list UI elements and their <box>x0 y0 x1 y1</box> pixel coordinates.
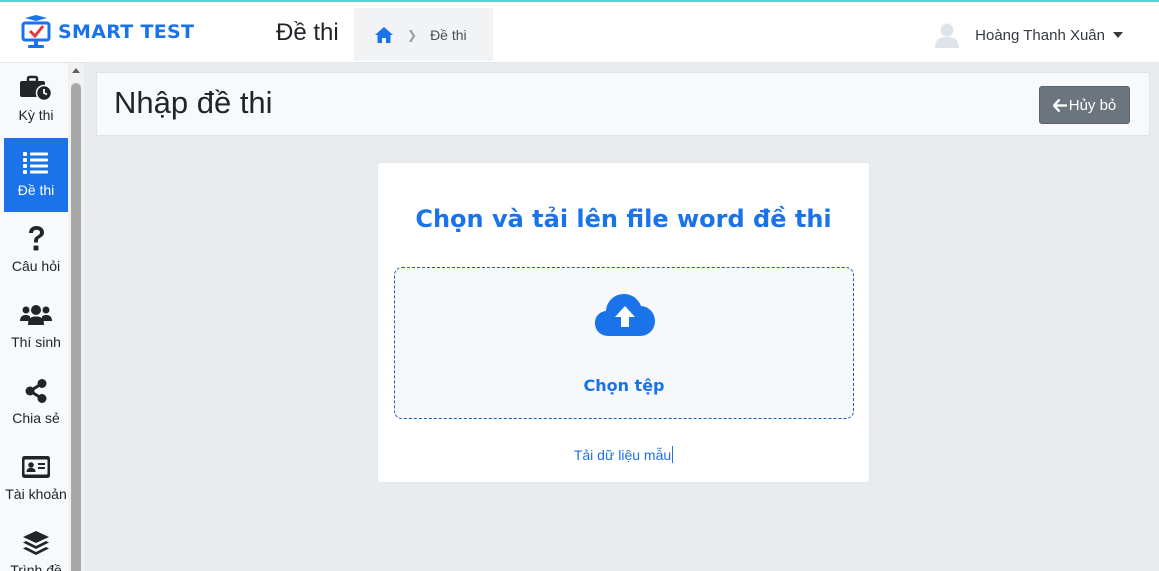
sidebar-item-de-thi[interactable]: Đề thi <box>4 138 68 212</box>
share-icon <box>25 379 47 403</box>
home-icon[interactable] <box>375 26 393 43</box>
scroll-up-arrow-icon[interactable] <box>72 68 80 73</box>
sidebar-item-label: Đề thi <box>17 182 55 198</box>
page-title: Nhập đề thi <box>114 85 273 120</box>
list-icon <box>23 152 48 174</box>
users-icon <box>20 305 52 325</box>
download-sample-label: Tải dữ liệu mẫu <box>573 447 672 463</box>
app-logo[interactable]: SMART TEST <box>20 15 194 49</box>
user-avatar-icon <box>935 23 960 48</box>
text-cursor <box>672 446 674 463</box>
cancel-button[interactable]: Hủy bỏ <box>1039 86 1130 124</box>
sidebar-item-chia-se[interactable]: Chia sẻ <box>4 366 68 440</box>
briefcase-clock-icon <box>20 75 52 101</box>
sidebar: Kỳ thi Đề thi Câu hỏi Thí sinh Chia sẻ T… <box>4 63 68 571</box>
breadcrumb-current: Đề thi <box>430 26 467 43</box>
sidebar-item-thi-sinh[interactable]: Thí sinh <box>4 290 68 364</box>
cloud-upload-icon <box>595 294 655 336</box>
file-dropzone[interactable]: Chọn tệp <box>394 267 854 419</box>
sidebar-item-label: Chia sẻ <box>12 410 60 426</box>
sidebar-item-ky-thi[interactable]: Kỳ thi <box>4 63 68 137</box>
sidebar-item-label: Câu hỏi <box>11 258 61 274</box>
id-card-icon <box>22 456 50 478</box>
caret-down-icon <box>1113 32 1123 38</box>
sidebar-item-label: Thí sinh <box>11 334 61 350</box>
breadcrumb: ❯ Đề thi <box>354 8 493 61</box>
sidebar-item-trinh-de[interactable]: Trình đề <box>4 518 68 571</box>
sidebar-item-cau-hoi[interactable]: Câu hỏi <box>4 214 68 288</box>
logo-icon <box>21 15 51 48</box>
question-icon <box>29 226 44 251</box>
download-sample-link[interactable]: Tải dữ liệu mẫu <box>378 446 869 463</box>
upload-title: Chọn và tải lên file word đề thi <box>415 205 832 233</box>
layers-icon <box>23 531 49 555</box>
user-menu[interactable]: Hoàng Thanh Xuân <box>935 22 1123 48</box>
sidebar-item-label: Tài khoản <box>5 486 67 502</box>
sidebar-item-label: Kỳ thi <box>18 107 54 123</box>
arrow-left-icon <box>1052 98 1067 112</box>
top-navbar: SMART TEST Đề thi ❯ Đề thi Hoàng Thanh X… <box>0 0 1159 63</box>
chevron-right-icon: ❯ <box>407 27 418 42</box>
page-header: Nhập đề thi Hủy bỏ <box>96 72 1150 136</box>
page-heading: Đề thi <box>276 19 339 46</box>
choose-file-label: Chọn tệp <box>583 376 665 395</box>
scrollbar-thumb[interactable] <box>71 83 81 571</box>
sidebar-item-tai-khoan[interactable]: Tài khoản <box>4 442 68 516</box>
cancel-button-label: Hủy bỏ <box>1068 96 1117 114</box>
sidebar-item-label: Trình đề <box>10 562 62 571</box>
upload-card: Chọn và tải lên file word đề thi Chọn tệ… <box>377 162 870 483</box>
user-name: Hoàng Thanh Xuân <box>975 26 1105 44</box>
logo-text: SMART TEST <box>58 21 195 43</box>
